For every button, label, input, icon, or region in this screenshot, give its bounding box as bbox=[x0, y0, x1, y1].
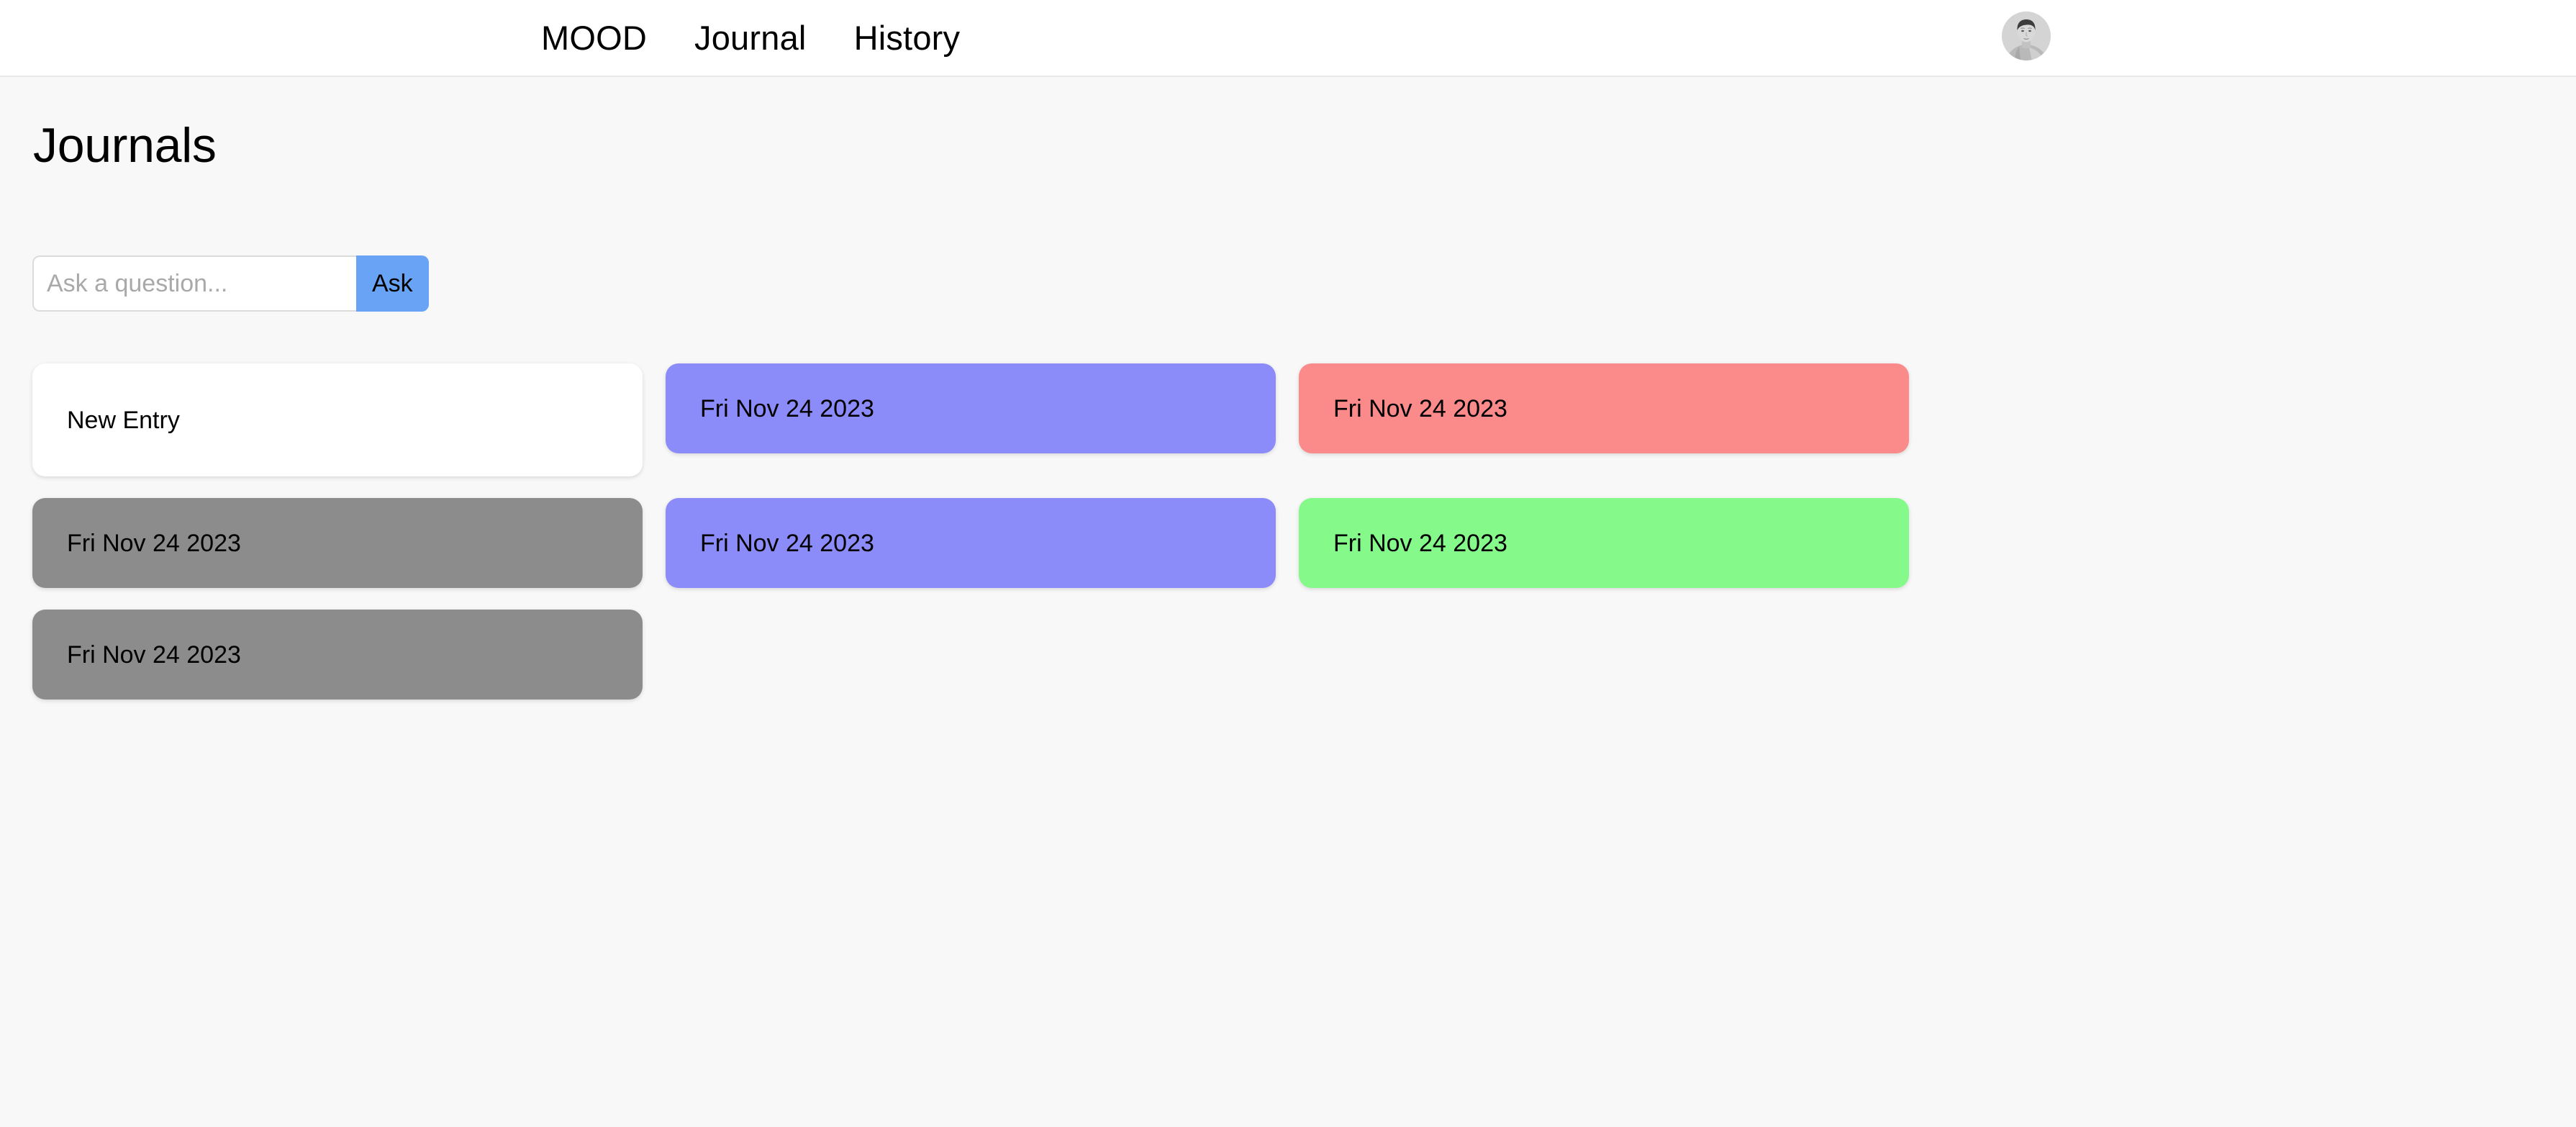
journal-entry-card[interactable]: Fri Nov 24 2023 bbox=[666, 363, 1276, 453]
journal-entry-card[interactable]: Fri Nov 24 2023 bbox=[32, 498, 643, 588]
user-avatar-button[interactable] bbox=[2002, 12, 2051, 60]
card-cell: Fri Nov 24 2023 bbox=[32, 610, 666, 721]
avatar bbox=[2002, 12, 2051, 60]
ask-question-input[interactable] bbox=[32, 255, 356, 312]
journal-card-grid: New Entry Fri Nov 24 2023 Fri Nov 24 2023 F… bbox=[32, 363, 2544, 721]
card-cell: Fri Nov 24 2023 bbox=[32, 498, 666, 610]
card-cell: Fri Nov 24 2023 bbox=[1299, 363, 1932, 498]
card-cell: Fri Nov 24 2023 bbox=[666, 498, 1299, 610]
journal-entry-card[interactable]: Fri Nov 24 2023 bbox=[32, 610, 643, 700]
new-entry-card[interactable]: New Entry bbox=[32, 363, 643, 476]
ask-button[interactable]: Ask bbox=[356, 255, 429, 312]
card-cell: Fri Nov 24 2023 bbox=[666, 363, 1299, 498]
nav-link-mood[interactable]: MOOD bbox=[541, 21, 647, 55]
new-entry-label: New Entry bbox=[67, 406, 180, 434]
top-navigation-bar: MOOD Journal History bbox=[0, 0, 2576, 77]
journal-entry-date: Fri Nov 24 2023 bbox=[67, 641, 241, 669]
journal-entry-date: Fri Nov 24 2023 bbox=[1333, 394, 1507, 422]
nav-links: MOOD Journal History bbox=[541, 21, 960, 55]
card-cell: Fri Nov 24 2023 bbox=[1299, 498, 1932, 610]
journal-entry-date: Fri Nov 24 2023 bbox=[1333, 529, 1507, 557]
ask-question-bar: Ask bbox=[32, 255, 429, 312]
nav-link-history[interactable]: History bbox=[854, 21, 961, 55]
journal-entry-card[interactable]: Fri Nov 24 2023 bbox=[1299, 498, 1909, 588]
page-title: Journals bbox=[33, 118, 217, 173]
journal-entry-card[interactable]: Fri Nov 24 2023 bbox=[1299, 363, 1909, 453]
journal-entry-card[interactable]: Fri Nov 24 2023 bbox=[666, 498, 1276, 588]
journal-entry-date: Fri Nov 24 2023 bbox=[700, 529, 874, 557]
journal-entry-date: Fri Nov 24 2023 bbox=[67, 529, 241, 557]
card-cell: New Entry bbox=[32, 363, 666, 498]
nav-link-journal[interactable]: Journal bbox=[694, 21, 807, 55]
journal-entry-date: Fri Nov 24 2023 bbox=[700, 394, 874, 422]
